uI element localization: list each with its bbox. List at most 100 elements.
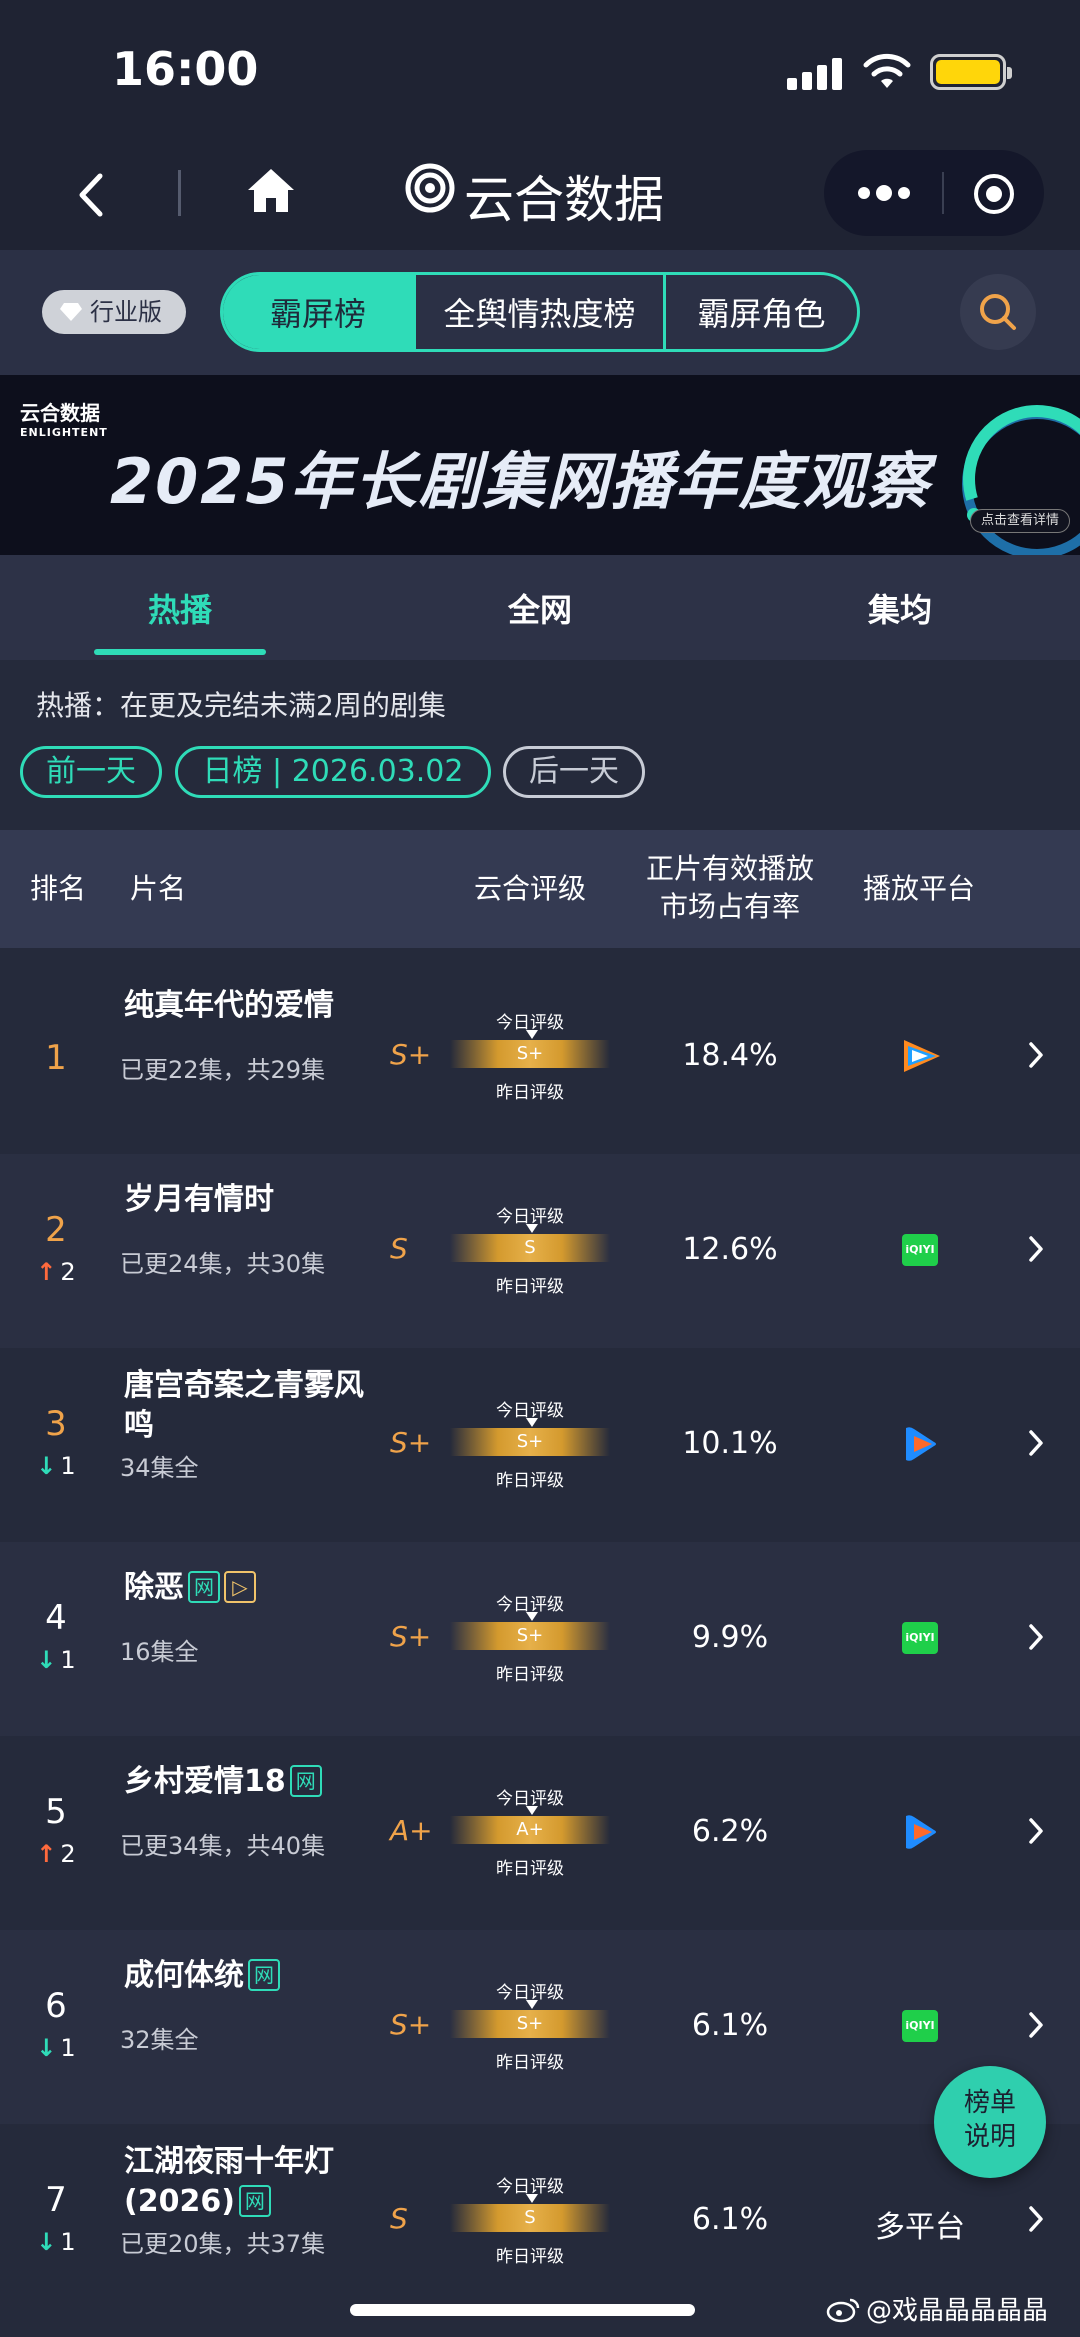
next-day-button[interactable]: 后一天	[503, 746, 645, 798]
status-time: 16:00	[112, 42, 259, 96]
yunhe-grade: S+	[390, 1620, 432, 1653]
episode-status: 34集全	[120, 1454, 199, 1482]
ranking-row[interactable]: 1 纯真年代的爱情 已更22集，共29集 S+ 今日评级 S+ 昨日评级 18.4%	[0, 960, 1080, 1154]
wifi-icon	[863, 53, 911, 88]
table-header: 排名 片名 云合评级 正片有效播放 市场占有率 播放平台	[0, 830, 1080, 948]
col-share-line2: 市场占有率	[659, 890, 800, 923]
segment-bapingbang[interactable]: 霸屏榜	[223, 275, 413, 349]
web-drama-tag: 网	[289, 1765, 322, 1797]
drama-title: 唐宫奇案之青雾风鸣	[124, 1368, 364, 1443]
grade-marker-icon	[526, 2194, 538, 2203]
yesterday-grade-label: 昨日评级	[496, 1471, 564, 1491]
arrow-up-icon: ↑	[36, 1840, 57, 1868]
back-icon[interactable]	[70, 170, 110, 220]
rank-change: ↑ 2	[36, 1840, 76, 1868]
banner-cta[interactable]: 点击查看详情	[970, 509, 1070, 533]
col-platform: 播放平台	[862, 872, 975, 905]
ranking-row[interactable]: 4 ↓ 1 除恶网 ▷ 16集全 S+ 今日评级 S+ 昨日评级 9.9% iQIYI	[0, 1542, 1080, 1736]
chevron-right-icon[interactable]	[1026, 2204, 1046, 2234]
search-icon	[980, 294, 1016, 330]
tab-quanwang[interactable]: 全网	[440, 585, 640, 631]
yesterday-grade-label: 昨日评级	[496, 1083, 564, 1103]
drama-title: 除恶网 ▷	[124, 1568, 374, 1608]
tab-rebo[interactable]: 热播	[80, 585, 280, 631]
rank-number: 4	[45, 1598, 67, 1638]
grade-marker-icon	[526, 2000, 538, 2009]
rank-change: ↓ 1	[36, 1646, 76, 1674]
grade-marker-icon	[526, 1418, 538, 1427]
ranking-explanation-button[interactable]: 榜单 说明	[934, 2066, 1046, 2178]
battery-icon	[930, 54, 1012, 90]
grade-marker-icon	[526, 1806, 538, 1815]
segment-bapingjuese[interactable]: 霸屏角色	[663, 275, 857, 349]
chevron-right-icon[interactable]	[1026, 2010, 1046, 2040]
chevron-right-icon[interactable]	[1026, 1040, 1046, 1070]
arrow-down-icon: ↓	[36, 1646, 57, 1674]
date-picker[interactable]: 日榜 | 2026.03.02	[175, 746, 491, 798]
youku-icon	[880, 1424, 960, 1464]
arrow-down-icon: ↓	[36, 2228, 57, 2256]
search-button[interactable]	[960, 274, 1036, 350]
grade-bar: 今日评级 S 昨日评级	[450, 1196, 610, 1297]
grade-bar: 今日评级 S+ 昨日评级	[450, 1390, 610, 1491]
nav-bar: 云合数据	[0, 130, 1080, 250]
chevron-right-icon[interactable]	[1026, 1816, 1046, 1846]
ranking-row[interactable]: 6 ↓ 1 成何体统网 32集全 S+ 今日评级 S+ 昨日评级 6.1% iQIYI	[0, 1930, 1080, 2124]
home-indicator	[350, 2304, 695, 2316]
ranking-row[interactable]: 2 ↑ 2 岁月有情时 已更24集，共30集 S 今日评级 S 昨日评级 12.6% iQIYI	[0, 1154, 1080, 1348]
close-miniapp-icon[interactable]	[972, 172, 1016, 216]
edition-badge[interactable]: 行业版	[42, 290, 186, 334]
market-share: 6.1%	[691, 2008, 769, 2043]
tencent-video-icon	[880, 1036, 960, 1076]
chevron-right-icon[interactable]	[1026, 1234, 1046, 1264]
yunhe-grade: S+	[390, 2008, 432, 2041]
iqiyi-icon: iQIYI	[880, 2006, 960, 2046]
play-tag-icon: ▷	[224, 1571, 256, 1603]
arrow-down-icon: ↓	[36, 2034, 57, 2062]
status-bar: 16:00	[0, 0, 1080, 130]
market-share: 12.6%	[682, 1232, 778, 1267]
col-grade: 云合评级	[473, 872, 586, 905]
grade-bar-value: S+	[516, 1625, 544, 1646]
grade-marker-icon	[526, 1030, 538, 1039]
list-description: 热播：在更及完结未满2周的剧集	[36, 689, 446, 722]
weibo-watermark: @戏晶晶晶晶晶	[826, 2290, 1048, 2327]
market-share: 18.4%	[682, 1038, 778, 1073]
chevron-right-icon[interactable]	[1026, 1622, 1046, 1652]
rank-number: 3	[45, 1404, 67, 1444]
rank-number: 7	[45, 2180, 67, 2220]
chevron-right-icon[interactable]	[1026, 1428, 1046, 1458]
nav-title: 云合数据	[464, 171, 664, 229]
diamond-icon	[60, 303, 82, 321]
nav-divider	[178, 170, 181, 216]
banner-title: 2025年长剧集网播年度观察	[110, 445, 931, 518]
home-icon[interactable]	[244, 164, 298, 218]
rank-change: ↓ 1	[36, 2228, 76, 2256]
segment-quanyuqing[interactable]: 全舆情热度榜	[413, 275, 663, 349]
ranking-row[interactable]: 3 ↓ 1 唐宫奇案之青雾风鸣 34集全 S+ 今日评级 S+ 昨日评级 10.1%	[0, 1348, 1080, 1542]
yunhe-grade: S+	[390, 1426, 432, 1459]
prev-day-button[interactable]: 前一天	[20, 746, 162, 798]
rank-number: 2	[45, 1210, 67, 1250]
arrow-up-icon: ↑	[36, 1258, 57, 1286]
grade-bar-value: S+	[516, 2013, 544, 2034]
web-drama-tag: 网	[248, 1959, 280, 1991]
iqiyi-icon: iQIYI	[880, 1618, 960, 1658]
filter-row: 行业版 霸屏榜 全舆情热度榜 霸屏角色	[0, 250, 1080, 375]
yunhe-logo-icon	[405, 163, 455, 213]
yesterday-grade-label: 昨日评级	[496, 1665, 564, 1685]
market-share: 10.1%	[682, 1426, 778, 1461]
tab-jijun[interactable]: 集均	[800, 585, 1000, 631]
ranking-row[interactable]: 5 ↑ 2 乡村爱情18 网已更34集，共40集 A+ 今日评级 A+ 昨日评级 6.2%	[0, 1736, 1080, 1930]
more-icon[interactable]	[856, 176, 912, 210]
ranking-row[interactable]: 7 ↓ 1 江湖夜雨十年灯(2026) 网已更20集，共37集 S 今日评级 S 昨日评级 6.1…	[0, 2124, 1080, 2318]
yunhe-grade: S	[390, 1232, 408, 1265]
yunhe-grade: S	[390, 2202, 408, 2235]
promo-banner[interactable]: 云合数据 ENLIGHTENT 2025年长剧集网播年度观察 点击查看详情	[0, 375, 1080, 555]
col-share-line1: 正片有效播放	[645, 852, 814, 885]
grade-bar-value: S+	[516, 1043, 544, 1064]
grade-bar-value: S	[524, 1237, 536, 1258]
miniapp-capsule	[824, 150, 1044, 236]
grade-bar-value: S+	[516, 1431, 544, 1452]
web-drama-tag: 网	[188, 1571, 220, 1603]
